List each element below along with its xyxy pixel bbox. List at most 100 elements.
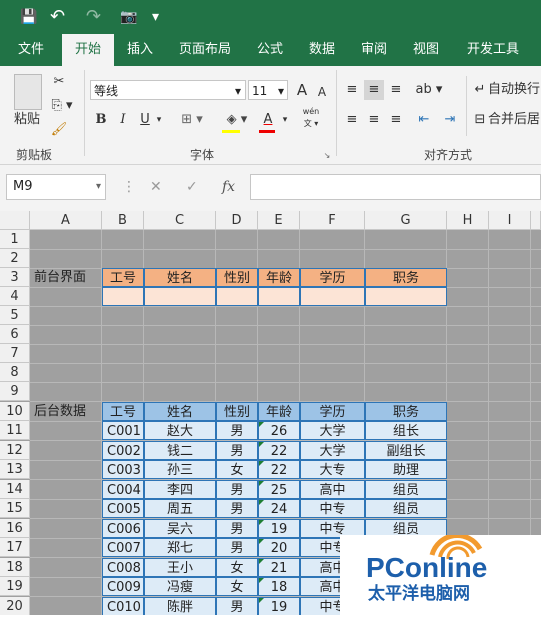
table-cell[interactable]: 李四 (144, 479, 216, 499)
table-cell[interactable]: 18 (258, 577, 300, 596)
row-header-13[interactable]: 13 (0, 460, 30, 479)
decrease-indent-icon[interactable]: ⇤ (414, 110, 434, 130)
table-cell[interactable]: C010 (102, 596, 144, 615)
wrap-text-icon[interactable]: ↵ (472, 80, 488, 100)
row-header-1[interactable]: 1 (0, 230, 30, 249)
italic-button[interactable]: I (116, 110, 130, 130)
row-header-11[interactable]: 11 (0, 421, 30, 440)
row-header-14[interactable]: 14 (0, 479, 30, 499)
table-cell[interactable]: C009 (102, 577, 144, 596)
row-header-16[interactable]: 16 (0, 518, 30, 538)
row-header-7[interactable]: 7 (0, 344, 30, 363)
back-header-f[interactable]: 学历 (300, 401, 365, 421)
table-cell[interactable]: 孙三 (144, 460, 216, 479)
front-input-b[interactable] (102, 287, 144, 306)
table-cell[interactable]: 25 (258, 479, 300, 499)
row-header-15[interactable]: 15 (0, 499, 30, 518)
shrink-font-icon[interactable]: A (314, 82, 330, 102)
border-icon[interactable]: ⊞ ▾ (172, 110, 212, 130)
back-header-e[interactable]: 年龄 (258, 401, 300, 421)
table-cell[interactable]: 郑七 (144, 538, 216, 557)
col-header-d[interactable]: D (216, 211, 258, 230)
table-cell[interactable]: 26 (258, 421, 300, 440)
row-header-18[interactable]: 18 (0, 557, 30, 577)
font-name-select[interactable]: 等线 ▾ (90, 80, 246, 100)
paste-button[interactable]: 粘贴 (10, 110, 44, 130)
insert-function-icon[interactable]: fx (222, 174, 235, 200)
copy-icon[interactable]: ⎘ ▾ (48, 96, 76, 116)
row-header-17[interactable]: 17 (0, 538, 30, 557)
tab-developer[interactable]: 开发工具 (458, 34, 528, 66)
table-cell[interactable]: 男 (216, 499, 258, 518)
undo-icon[interactable]: ↶ (50, 8, 65, 26)
tab-review[interactable]: 审阅 (352, 34, 396, 66)
table-cell[interactable]: 吴六 (144, 518, 216, 538)
grow-font-icon[interactable]: A (294, 80, 310, 100)
table-cell[interactable]: 男 (216, 538, 258, 557)
table-cell[interactable]: 王小 (144, 557, 216, 577)
row-header-19[interactable]: 19 (0, 577, 30, 596)
phonetic-icon[interactable]: wén 文 ▾ (298, 106, 324, 130)
table-cell[interactable]: 21 (258, 557, 300, 577)
table-cell[interactable]: 男 (216, 596, 258, 615)
align-top-icon[interactable]: ≡ (344, 80, 360, 100)
front-input-f[interactable] (300, 287, 365, 306)
table-cell[interactable]: 女 (216, 577, 258, 596)
row-header-12[interactable]: 12 (0, 440, 30, 460)
redo-icon[interactable]: ↷ (86, 8, 101, 26)
table-cell[interactable]: C008 (102, 557, 144, 577)
align-left-icon[interactable]: ≡ (344, 110, 360, 130)
table-cell[interactable]: C004 (102, 479, 144, 499)
tab-view[interactable]: 视图 (404, 34, 448, 66)
front-header-b[interactable]: 工号 (102, 268, 144, 287)
bold-button[interactable]: B (94, 110, 108, 130)
table-cell[interactable]: C001 (102, 421, 144, 440)
tab-page-layout[interactable]: 页面布局 (170, 34, 240, 66)
table-cell[interactable]: 大学 (300, 440, 365, 460)
col-header-h[interactable]: H (447, 211, 489, 230)
name-box[interactable]: M9 ▾ (6, 174, 106, 200)
col-header-b[interactable]: B (102, 211, 144, 230)
table-cell[interactable]: 陈胖 (144, 596, 216, 615)
tab-insert[interactable]: 插入 (118, 34, 162, 66)
table-cell[interactable]: 组员 (365, 499, 447, 518)
tab-formulas[interactable]: 公式 (248, 34, 292, 66)
front-header-f[interactable]: 学历 (300, 268, 365, 287)
table-cell[interactable]: C005 (102, 499, 144, 518)
row-header-9[interactable]: 9 (0, 382, 30, 401)
customize-qat-icon[interactable]: ▾ (152, 8, 159, 26)
row-header-20[interactable]: 20 (0, 596, 30, 615)
front-input-e[interactable] (258, 287, 300, 306)
merge-center-button[interactable]: 合并后居中 (488, 110, 541, 130)
select-all-corner[interactable] (0, 211, 30, 230)
table-cell[interactable]: 中专 (300, 499, 365, 518)
underline-dropdown-icon[interactable]: ▾ (154, 110, 164, 130)
back-header-d[interactable]: 性别 (216, 401, 258, 421)
table-cell[interactable]: 钱二 (144, 440, 216, 460)
front-header-g[interactable]: 职务 (365, 268, 447, 287)
back-label-cell[interactable]: 后台数据 (30, 402, 102, 421)
font-dialog-launcher-icon[interactable]: ↘ (322, 146, 332, 166)
front-input-g[interactable] (365, 287, 447, 306)
col-header-i[interactable]: I (489, 211, 531, 230)
table-cell[interactable]: 冯瘦 (144, 577, 216, 596)
merge-center-icon[interactable]: ⊟ (472, 110, 488, 130)
table-cell[interactable]: 19 (258, 596, 300, 615)
table-cell[interactable]: 组员 (365, 479, 447, 499)
table-cell[interactable]: 24 (258, 499, 300, 518)
font-color-dropdown-icon[interactable]: ▾ (280, 110, 290, 130)
front-header-c[interactable]: 姓名 (144, 268, 216, 287)
col-header-a[interactable]: A (30, 211, 102, 230)
paste-icon[interactable] (14, 74, 42, 110)
table-cell[interactable]: C007 (102, 538, 144, 557)
align-bottom-icon[interactable]: ≡ (388, 80, 404, 100)
enter-icon[interactable]: ✓ (186, 174, 198, 200)
row-header-4[interactable]: 4 (0, 287, 30, 306)
align-right-icon[interactable]: ≡ (388, 110, 404, 130)
col-header-e[interactable]: E (258, 211, 300, 230)
format-painter-icon[interactable]: 🖌 (48, 120, 70, 140)
row-header-5[interactable]: 5 (0, 306, 30, 325)
underline-button[interactable]: U (138, 110, 152, 130)
table-cell[interactable]: C002 (102, 440, 144, 460)
camera-icon[interactable]: 📷 (120, 8, 137, 26)
